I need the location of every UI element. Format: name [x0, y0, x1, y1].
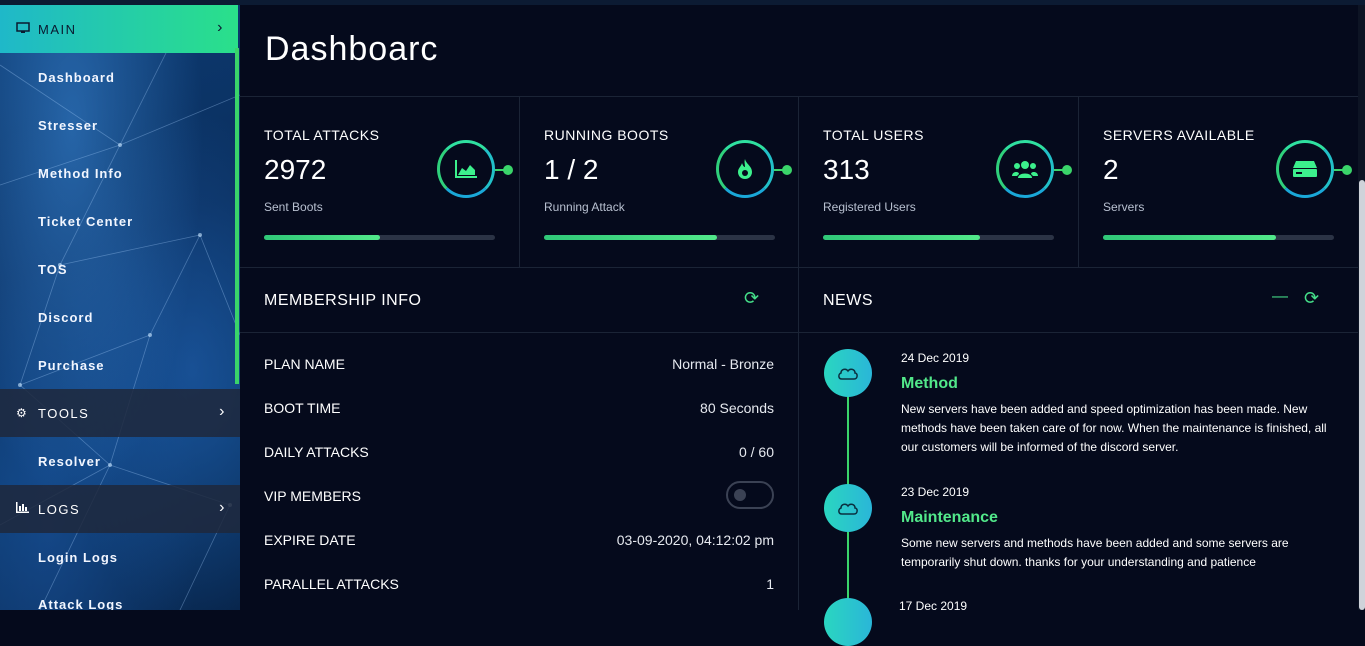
sidebar: MAIN › Dashboard Stresser Method Info Ti…	[0, 5, 240, 610]
divider	[240, 267, 1358, 268]
sidebar-section-label: MAIN	[38, 21, 77, 37]
divider	[240, 96, 1358, 97]
progress-bar	[544, 235, 775, 240]
sidebar-item-stresser[interactable]: Stresser	[38, 118, 98, 133]
news-date: 17 Dec 2019	[899, 599, 968, 613]
connector-dot	[503, 165, 513, 175]
chevron-right-icon: ›	[219, 499, 226, 516]
chart-area-icon	[437, 140, 495, 198]
divider	[519, 96, 520, 267]
membership-row-value: Normal - Bronze	[672, 356, 774, 372]
toggle-knob	[734, 489, 746, 501]
divider	[1078, 96, 1079, 267]
connector-dot	[1062, 165, 1072, 175]
sidebar-section-main[interactable]: MAIN ›	[0, 5, 238, 53]
sidebar-item-discord[interactable]: Discord	[38, 310, 93, 325]
vip-members-toggle[interactable]	[726, 481, 774, 509]
news-body: New servers have been added and speed op…	[901, 402, 1327, 454]
stat-value: 1 / 2	[544, 154, 599, 185]
cloud-icon	[824, 484, 872, 532]
divider	[798, 96, 799, 610]
membership-row-value: 1	[766, 576, 774, 592]
stat-label: TOTAL USERS	[823, 127, 924, 143]
sidebar-section-label: LOGS	[38, 501, 81, 517]
connector-dot	[782, 165, 792, 175]
sidebar-active-indicator	[235, 48, 239, 384]
cloud-icon	[824, 598, 872, 646]
sidebar-item-ticket-center[interactable]: Ticket Center	[38, 214, 133, 229]
server-icon	[1276, 140, 1334, 198]
stat-sub: Servers	[1103, 200, 1145, 214]
gear-icon: ⚙	[16, 406, 29, 420]
news-body: Some new servers and methods have been a…	[901, 536, 1289, 569]
sidebar-item-attack-logs[interactable]: Attack Logs	[38, 597, 123, 610]
refresh-icon[interactable]: ⟳	[744, 288, 759, 309]
membership-row-label: EXPIRE DATE	[264, 532, 356, 548]
stat-label: TOTAL ATTACKS	[264, 127, 380, 143]
stat-value: 2	[1103, 154, 1119, 185]
sidebar-item-tos[interactable]: TOS	[38, 262, 68, 277]
stat-value: 2972	[264, 154, 327, 185]
bar-chart-icon	[16, 502, 32, 516]
scrollbar-thumb[interactable]	[1359, 180, 1365, 610]
divider	[240, 332, 1358, 333]
page-title: Dashboarc	[265, 30, 439, 68]
membership-row-label: PARALLEL ATTACKS	[264, 576, 399, 592]
fire-icon	[716, 140, 774, 198]
news-item-title[interactable]: Maintenance	[901, 509, 998, 527]
progress-fill	[264, 235, 380, 240]
stat-label: SERVERS AVAILABLE	[1103, 127, 1255, 143]
users-icon	[996, 140, 1054, 198]
membership-row-label: BOOT TIME	[264, 400, 341, 416]
sidebar-item-login-logs[interactable]: Login Logs	[38, 550, 118, 565]
progress-fill	[1103, 235, 1277, 240]
membership-row-value: 03-09-2020, 04:12:02 pm	[616, 532, 774, 548]
progress-fill	[823, 235, 981, 240]
chevron-right-icon: ›	[217, 19, 224, 36]
sidebar-item-method-info[interactable]: Method Info	[38, 166, 123, 181]
progress-bar	[823, 235, 1054, 240]
sidebar-section-label: TOOLS	[38, 405, 90, 421]
membership-title: MEMBERSHIP INFO	[264, 292, 422, 309]
sidebar-section-tools[interactable]: ⚙ TOOLS ›	[0, 389, 240, 437]
news-date: 23 Dec 2019	[901, 485, 970, 499]
sidebar-item-dashboard[interactable]: Dashboard	[38, 70, 115, 85]
connector-dot	[1342, 165, 1352, 175]
refresh-icon[interactable]: ⟳	[1304, 288, 1319, 309]
minimize-icon[interactable]: —	[1272, 288, 1288, 306]
membership-row-value: 80 Seconds	[700, 400, 774, 416]
sidebar-item-purchase[interactable]: Purchase	[38, 358, 105, 373]
progress-fill	[544, 235, 718, 240]
cloud-icon	[824, 349, 872, 397]
stat-sub: Running Attack	[544, 200, 625, 214]
news-item-title[interactable]: Method	[901, 375, 958, 393]
sidebar-item-resolver[interactable]: Resolver	[38, 454, 101, 469]
membership-row-label: PLAN NAME	[264, 356, 345, 372]
news-title: NEWS	[823, 292, 873, 309]
progress-bar	[264, 235, 495, 240]
progress-bar	[1103, 235, 1334, 240]
stat-sub: Sent Boots	[264, 200, 323, 214]
membership-row-label: VIP MEMBERS	[264, 488, 361, 504]
chevron-right-icon: ›	[219, 403, 226, 420]
membership-row-value: 0 / 60	[738, 444, 774, 460]
stat-value: 313	[823, 154, 870, 185]
membership-row-label: DAILY ATTACKS	[264, 444, 369, 460]
stat-label: RUNNING BOOTS	[544, 127, 669, 143]
news-date: 24 Dec 2019	[901, 351, 970, 365]
sidebar-section-logs[interactable]: LOGS ›	[0, 485, 240, 533]
stat-sub: Registered Users	[823, 200, 916, 214]
monitor-icon	[16, 21, 32, 37]
